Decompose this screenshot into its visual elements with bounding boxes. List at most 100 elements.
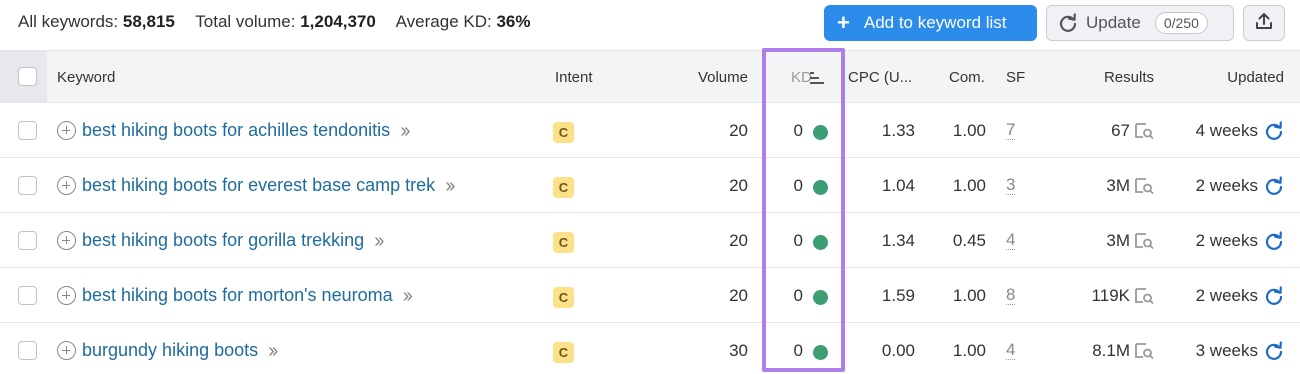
- total-volume-stat: Total volume: 1,204,370: [195, 12, 376, 31]
- add-to-keyword-list-label: Add to keyword list: [863, 13, 1007, 32]
- keyword-cell: best hiking boots for everest base camp …: [57, 175, 456, 196]
- results-cell: 3M: [1106, 231, 1154, 251]
- table-row: best hiking boots for everest base camp …: [0, 158, 1300, 213]
- results-cell: 8.1M: [1092, 341, 1154, 361]
- summary-bar: All keywords: 58,815 Total volume: 1,204…: [0, 0, 1300, 48]
- updated-cell: 3 weeks: [1196, 341, 1284, 361]
- updated-value: 2 weeks: [1195, 176, 1258, 195]
- serp-features-count[interactable]: 4: [1006, 341, 1016, 360]
- refresh-row-icon[interactable]: [1264, 286, 1284, 306]
- updated-value: 2 weeks: [1195, 286, 1258, 305]
- all-keywords-stat: All keywords: 58,815: [18, 12, 175, 31]
- kd-difficulty-dot-icon: [813, 125, 828, 140]
- results-value: 3M: [1106, 176, 1130, 195]
- add-keyword-icon[interactable]: [57, 231, 76, 250]
- keyword-link[interactable]: best hiking boots for gorilla trekking: [82, 230, 364, 251]
- row-checkbox[interactable]: [18, 121, 37, 140]
- results-cell: 119K: [1092, 286, 1154, 306]
- serp-preview-icon[interactable]: [1134, 287, 1154, 305]
- serp-features-count[interactable]: 4: [1006, 231, 1016, 250]
- summary-stats: All keywords: 58,815 Total volume: 1,204…: [18, 12, 546, 32]
- row-checkbox[interactable]: [18, 341, 37, 360]
- updated-cell: 2 weeks: [1196, 286, 1284, 306]
- kd-label: KD: [791, 69, 812, 86]
- column-header-competition[interactable]: Com.: [949, 69, 985, 86]
- open-keyword-overview-icon[interactable]: ››: [268, 341, 278, 361]
- refresh-row-icon[interactable]: [1264, 231, 1284, 251]
- serp-features-count[interactable]: 7: [1006, 121, 1016, 140]
- column-header-serp-features[interactable]: SF: [1006, 69, 1025, 86]
- refresh-row-icon[interactable]: [1264, 121, 1284, 141]
- kd-difficulty-dot-icon: [813, 180, 828, 195]
- export-button[interactable]: [1243, 5, 1285, 41]
- export-icon: [1254, 11, 1274, 36]
- kd-value: 0: [793, 231, 803, 250]
- intent-badge: C: [553, 232, 574, 253]
- intent-badge: C: [553, 287, 574, 308]
- keyword-link[interactable]: best hiking boots for achilles tendoniti…: [82, 120, 390, 141]
- kd-difficulty-dot-icon: [813, 345, 828, 360]
- intent-badge: C: [553, 177, 574, 198]
- keyword-link[interactable]: best hiking boots for morton's neuroma: [82, 285, 393, 306]
- serp-preview-icon[interactable]: [1134, 177, 1154, 195]
- kd-value: 0: [793, 341, 803, 360]
- row-checkbox[interactable]: [18, 176, 37, 195]
- updated-cell: 2 weeks: [1196, 231, 1284, 251]
- table-body: best hiking boots for achilles tendoniti…: [0, 103, 1300, 374]
- add-keyword-icon[interactable]: [57, 341, 76, 360]
- cpc-value: 1.34: [881, 231, 915, 250]
- kd-value: 0: [793, 286, 803, 305]
- column-header-cpc[interactable]: CPC (U...: [848, 69, 912, 86]
- results-value: 8.1M: [1092, 341, 1130, 360]
- add-to-keyword-list-button[interactable]: + Add to keyword list: [824, 5, 1037, 41]
- cpc-value: 1.33: [881, 121, 915, 140]
- serp-preview-icon[interactable]: [1134, 122, 1154, 140]
- keyword-cell: best hiking boots for morton's neuroma ››: [57, 285, 413, 306]
- refresh-row-icon[interactable]: [1264, 341, 1284, 361]
- results-cell: 3M: [1106, 176, 1154, 196]
- open-keyword-overview-icon[interactable]: ››: [400, 121, 410, 141]
- intent-badge: C: [553, 342, 574, 363]
- volume-value: 20: [729, 231, 748, 250]
- column-header-volume[interactable]: Volume: [698, 69, 748, 86]
- update-label: Update: [1086, 13, 1141, 32]
- table-row: burgundy hiking boots ›› C 30 0 0.00 1.00 4 8.1M…: [0, 323, 1300, 374]
- serp-preview-icon[interactable]: [1134, 232, 1154, 250]
- competition-value: 0.45: [952, 231, 986, 250]
- serp-features-count[interactable]: 8: [1006, 286, 1016, 305]
- update-button[interactable]: Update 0/250: [1046, 5, 1234, 41]
- results-cell: 67: [1111, 121, 1154, 141]
- open-keyword-overview-icon[interactable]: ››: [403, 286, 413, 306]
- column-header-keyword[interactable]: Keyword: [57, 69, 115, 86]
- intent-badge: C: [553, 122, 574, 143]
- serp-features-count[interactable]: 3: [1006, 176, 1016, 195]
- column-header-updated[interactable]: Updated: [1227, 69, 1284, 86]
- results-value: 3M: [1106, 231, 1130, 250]
- volume-value: 20: [729, 121, 748, 140]
- average-kd-stat: Average KD: 36%: [395, 12, 531, 31]
- cpc-value: 0.00: [881, 341, 915, 360]
- keyword-link[interactable]: best hiking boots for everest base camp …: [82, 175, 435, 196]
- volume-value: 20: [729, 286, 748, 305]
- add-keyword-icon[interactable]: [57, 176, 76, 195]
- row-checkbox[interactable]: [18, 231, 37, 250]
- column-header-kd[interactable]: KD: [791, 69, 824, 86]
- keyword-cell: burgundy hiking boots ››: [57, 340, 279, 361]
- kd-difficulty-dot-icon: [813, 290, 828, 305]
- table-row: best hiking boots for morton's neuroma ››…: [0, 268, 1300, 323]
- select-all-checkbox[interactable]: [18, 67, 37, 86]
- cpc-value: 1.59: [881, 286, 915, 305]
- serp-preview-icon[interactable]: [1134, 342, 1154, 360]
- updated-value: 2 weeks: [1195, 231, 1258, 250]
- add-keyword-icon[interactable]: [57, 121, 76, 140]
- kd-value: 0: [793, 176, 803, 195]
- open-keyword-overview-icon[interactable]: ››: [374, 231, 384, 251]
- column-header-intent[interactable]: Intent: [555, 69, 593, 86]
- competition-value: 1.00: [952, 176, 986, 195]
- keyword-link[interactable]: burgundy hiking boots: [82, 340, 258, 361]
- column-header-results[interactable]: Results: [1104, 69, 1154, 86]
- open-keyword-overview-icon[interactable]: ››: [445, 176, 455, 196]
- add-keyword-icon[interactable]: [57, 286, 76, 305]
- row-checkbox[interactable]: [18, 286, 37, 305]
- refresh-row-icon[interactable]: [1264, 176, 1284, 196]
